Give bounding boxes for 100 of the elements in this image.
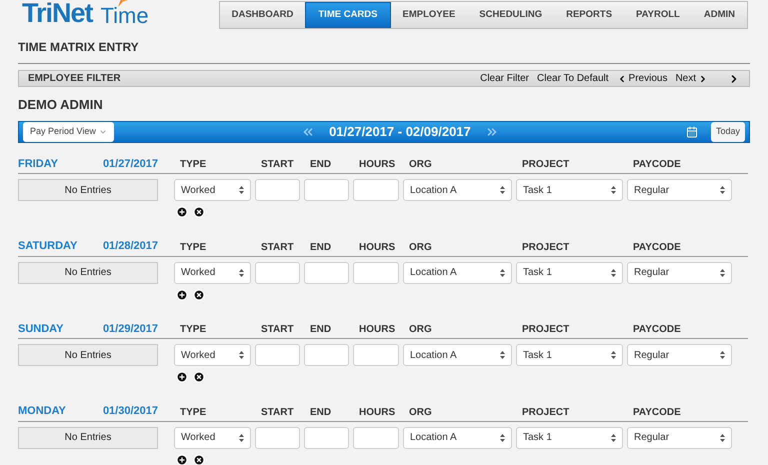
nav-tab[interactable]: PAYROLL [624, 2, 692, 28]
start-field[interactable] [255, 262, 300, 284]
end-field[interactable] [304, 179, 349, 201]
column-heading: START [260, 158, 295, 172]
column-heading: TYPE [179, 240, 208, 254]
page-title: TIME MATRIX ENTRY [18, 40, 139, 54]
column-heading: ORG [408, 323, 433, 337]
type-select[interactable]: Worked [174, 179, 251, 201]
sort-arrows-icon [500, 434, 505, 442]
no-entries-label: No Entries [18, 262, 158, 284]
column-heading: HOURS [358, 323, 396, 337]
paycode-select[interactable]: Regular [627, 262, 732, 284]
no-entries-label: No Entries [18, 344, 158, 366]
end-field[interactable] [304, 426, 349, 448]
end-field[interactable] [304, 344, 349, 366]
column-heading: START [260, 240, 295, 254]
paycode-select[interactable]: Regular [627, 426, 732, 448]
nav-tab[interactable]: REPORTS [554, 2, 624, 28]
org-select[interactable]: Location A [403, 426, 512, 448]
sort-arrows-icon [500, 186, 505, 194]
sort-arrows-icon [239, 268, 244, 276]
column-heading: PROJECT [521, 240, 570, 254]
hours-field[interactable] [353, 262, 399, 284]
type-select[interactable]: Worked [174, 262, 251, 284]
remove-icon[interactable] [193, 454, 205, 465]
today-button[interactable]: Today [710, 122, 745, 142]
sort-arrows-icon [720, 186, 725, 194]
org-select[interactable]: Location A [403, 344, 512, 366]
start-field[interactable] [255, 344, 300, 366]
org-select[interactable]: Location A [403, 262, 512, 284]
sort-arrows-icon [611, 268, 616, 276]
sort-arrows-icon [500, 351, 505, 359]
nav-tab[interactable]: TIME CARDS [305, 2, 390, 28]
remove-icon[interactable] [193, 288, 205, 300]
start-field[interactable] [255, 179, 300, 201]
calendar-icon[interactable] [686, 126, 698, 138]
start-field[interactable] [255, 426, 300, 448]
nav-tab[interactable]: DASHBOARD [220, 2, 306, 28]
view-dropdown[interactable]: Pay Period View [23, 122, 114, 142]
add-icon[interactable] [176, 206, 188, 218]
column-heading: PAYCODE [632, 323, 682, 337]
next-link[interactable]: Next [675, 71, 708, 86]
add-icon[interactable] [176, 371, 188, 383]
no-entries-label: No Entries [18, 426, 158, 448]
day-date: 01/27/2017 [102, 156, 158, 172]
sort-arrows-icon [720, 268, 725, 276]
nav-tab[interactable]: ADMIN [692, 2, 747, 28]
column-heading: HOURS [358, 240, 396, 254]
project-select[interactable]: Task 1 [516, 426, 623, 448]
column-heading: HOURS [358, 158, 396, 172]
sort-arrows-icon [500, 268, 505, 276]
column-heading: PAYCODE [632, 240, 682, 254]
project-select[interactable]: Task 1 [516, 262, 623, 284]
column-heading: START [260, 406, 295, 420]
column-heading: PAYCODE [632, 406, 682, 420]
type-select[interactable]: Worked [174, 344, 251, 366]
clear-filter-link[interactable]: Clear Filter [480, 71, 529, 86]
sort-arrows-icon [720, 351, 725, 359]
chevron-right-icon [698, 74, 708, 84]
clear-default-link[interactable]: Clear To Default [537, 71, 609, 86]
column-heading: END [309, 158, 332, 172]
nav-tab[interactable]: SCHEDULING [467, 2, 554, 28]
org-select[interactable]: Location A [403, 179, 512, 201]
caret-icon [98, 128, 107, 136]
sort-arrows-icon [611, 186, 616, 194]
type-select[interactable]: Worked [174, 426, 251, 448]
column-heading: TYPE [179, 323, 208, 337]
hours-field[interactable] [353, 344, 399, 366]
project-select[interactable]: Task 1 [516, 344, 623, 366]
no-entries-label: No Entries [18, 179, 158, 201]
project-select[interactable]: Task 1 [516, 179, 623, 201]
sort-arrows-icon [239, 186, 244, 194]
hours-field[interactable] [353, 179, 399, 201]
paycode-select[interactable]: Regular [627, 344, 732, 366]
sort-arrows-icon [720, 434, 725, 442]
period-range: 01/27/2017 - 02/09/2017 [329, 122, 471, 141]
column-heading: ORG [408, 158, 433, 172]
column-heading: PAYCODE [632, 158, 682, 172]
nav-tab[interactable]: EMPLOYEE [390, 2, 468, 28]
add-icon[interactable] [176, 288, 188, 300]
remove-icon[interactable] [193, 371, 205, 383]
column-heading: START [260, 323, 295, 337]
hours-field[interactable] [353, 426, 399, 448]
previous-link[interactable]: Previous [616, 71, 668, 86]
column-heading: END [309, 240, 332, 254]
day-date: 01/28/2017 [102, 239, 158, 254]
remove-icon[interactable] [193, 206, 205, 218]
day-name: MONDAY [18, 404, 66, 419]
day-name: FRIDAY [18, 156, 58, 172]
day-date: 01/29/2017 [102, 322, 158, 336]
column-heading: PROJECT [521, 323, 570, 337]
column-heading: ORG [408, 406, 433, 420]
filter-title: EMPLOYEE FILTER [28, 72, 122, 86]
add-icon[interactable] [176, 454, 188, 465]
day-name: SUNDAY [18, 322, 64, 336]
paycode-select[interactable]: Regular [627, 179, 732, 201]
end-field[interactable] [304, 262, 349, 284]
logo: TriNet Time [22, 0, 149, 30]
sort-arrows-icon [239, 434, 244, 442]
sort-arrows-icon [611, 434, 616, 442]
